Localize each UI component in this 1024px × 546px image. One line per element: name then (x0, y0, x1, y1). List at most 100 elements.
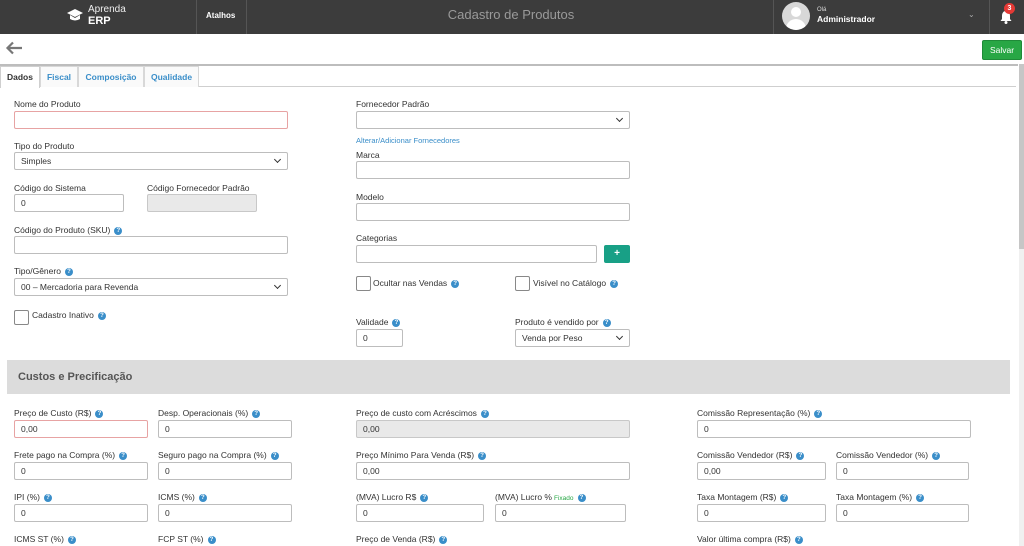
mva-rs-input[interactable]: 0 (356, 504, 484, 522)
tab-fiscal[interactable]: Fiscal (40, 66, 78, 87)
sku-input[interactable] (14, 236, 288, 254)
user-menu[interactable]: Olá Administrador ⌄ (782, 2, 986, 32)
help-icon[interactable]: ? (119, 452, 128, 460)
modelo-input[interactable] (356, 203, 630, 221)
greeting: Olá (817, 7, 827, 13)
sku-label: Código do Produto (SKU)? (14, 225, 123, 235)
scrollbar[interactable] (1019, 64, 1024, 546)
taxa-montagem-rs-input[interactable]: 0 (697, 504, 826, 522)
ocultar-vendas-checkbox[interactable] (356, 276, 371, 291)
visivel-catalogo-label: Visível no Catálogo? (533, 278, 619, 288)
codigo-sistema-label: Código do Sistema (14, 183, 86, 193)
help-icon[interactable]: ? (207, 536, 216, 544)
desp-operacionais-input[interactable]: 0 (158, 420, 292, 438)
vendido-por-select[interactable]: Venda por Peso (515, 329, 630, 347)
mva-pct-input[interactable]: 0 (495, 504, 626, 522)
help-icon[interactable]: ? (794, 536, 803, 544)
section-header: Custos e Precificação (7, 360, 1010, 394)
codigo-fornecedor-input (147, 194, 257, 212)
help-icon[interactable]: ? (916, 494, 925, 502)
help-icon[interactable]: ? (95, 410, 104, 418)
comissao-vendedor-rs-input[interactable]: 0,00 (697, 462, 826, 480)
help-icon[interactable]: ? (439, 536, 448, 544)
ipi-input[interactable]: 0 (14, 504, 148, 522)
preco-minimo-label: Preço Mínimo Para Venda (R$)? (356, 450, 487, 460)
ultima-compra-label: Valor última compra (R$)? (697, 534, 803, 544)
alterar-fornecedores-link[interactable]: Alterar/Adicionar Fornecedores (356, 136, 460, 145)
mva-pct-label: (MVA) Lucro % Fixado? (495, 492, 586, 502)
help-icon[interactable]: ? (67, 536, 76, 544)
preco-minimo-input[interactable]: 0,00 (356, 462, 630, 480)
help-icon[interactable]: ? (602, 319, 611, 327)
help-icon[interactable]: ? (392, 319, 401, 327)
comissao-vendedor-rs-label: Comissão Vendedor (R$)? (697, 450, 805, 460)
divider (989, 0, 990, 34)
divider (773, 0, 774, 34)
tipo-label: Tipo do Produto (14, 141, 75, 151)
cadastro-inativo-checkbox[interactable] (14, 310, 29, 325)
chevron-down-icon: ⌄ (968, 10, 975, 19)
app-logo[interactable]: Aprenda ERP (66, 4, 196, 30)
help-icon[interactable]: ? (478, 452, 487, 460)
taxa-montagem-pct-input[interactable]: 0 (836, 504, 969, 522)
help-icon[interactable]: ? (610, 280, 619, 288)
save-button[interactable]: Salvar (982, 40, 1022, 60)
categorias-label: Categorias (356, 233, 398, 243)
help-icon[interactable]: ? (198, 494, 207, 502)
help-icon[interactable]: ? (480, 410, 489, 418)
preco-custo-input[interactable]: 0,00 (14, 420, 148, 438)
help-icon[interactable]: ? (97, 312, 106, 320)
help-icon[interactable]: ? (252, 410, 261, 418)
help-icon[interactable]: ? (814, 410, 823, 418)
codigo-sistema-input[interactable]: 0 (14, 194, 124, 212)
mva-rs-label: (MVA) Lucro R$? (356, 492, 429, 502)
taxa-montagem-pct-label: Taxa Montagem (%)? (836, 492, 925, 502)
help-icon[interactable]: ? (796, 452, 805, 460)
add-categoria-button[interactable]: + (604, 245, 630, 263)
tipo-genero-label: Tipo/Gênero? (14, 266, 73, 276)
tipo-select[interactable]: Simples (14, 152, 288, 170)
nome-input[interactable] (14, 111, 288, 129)
help-icon[interactable]: ? (420, 494, 429, 502)
ocultar-vendas-label: Ocultar nas Vendas? (373, 278, 460, 288)
comissao-vendedor-pct-label: Comissão Vendedor (%)? (836, 450, 941, 460)
marca-input[interactable] (356, 161, 630, 179)
help-icon[interactable]: ? (114, 227, 123, 235)
help-icon[interactable]: ? (451, 280, 460, 288)
tab-bar: Dados Fiscal Composição Qualidade (0, 66, 1016, 88)
logo-text-line1: Aprenda (88, 4, 126, 15)
help-icon[interactable]: ? (64, 268, 73, 276)
tab-qualidade[interactable]: Qualidade (144, 66, 199, 87)
seguro-label: Seguro pago na Compra (%)? (158, 450, 279, 460)
help-icon[interactable]: ? (43, 494, 52, 502)
visivel-catalogo-checkbox[interactable] (515, 276, 530, 291)
frete-input[interactable]: 0 (14, 462, 148, 480)
back-arrow-icon[interactable] (5, 41, 23, 55)
desp-operacionais-label: Desp. Operacionais (%)? (158, 408, 261, 418)
fornecedor-label: Fornecedor Padrão (356, 99, 430, 109)
icms-st-label: ICMS ST (%)? (14, 534, 76, 544)
comissao-representacao-label: Comissão Representação (%)? (697, 408, 823, 418)
help-icon[interactable]: ? (932, 452, 941, 460)
help-icon[interactable]: ? (270, 452, 279, 460)
tipo-genero-select[interactable]: 00 – Mercadoria para Revenda (14, 278, 288, 296)
tab-composicao[interactable]: Composição (78, 66, 144, 87)
scrollbar-thumb[interactable] (1019, 64, 1024, 249)
preco-venda-label: Preço de Venda (R$)? (356, 534, 448, 544)
notification-badge: 3 (1004, 3, 1015, 14)
tab-dados[interactable]: Dados (0, 66, 40, 88)
modelo-label: Modelo (356, 192, 384, 202)
fornecedor-select[interactable] (356, 111, 630, 129)
validade-input[interactable]: 0 (356, 329, 403, 347)
shortcuts-menu[interactable]: Atalhos (206, 11, 235, 20)
categorias-input[interactable] (356, 245, 597, 263)
help-icon[interactable]: ? (577, 494, 586, 502)
help-icon[interactable]: ? (780, 494, 789, 502)
comissao-representacao-input[interactable]: 0 (697, 420, 971, 438)
icms-input[interactable]: 0 (158, 504, 292, 522)
codigo-fornecedor-label: Código Fornecedor Padrão (147, 183, 250, 193)
seguro-input[interactable]: 0 (158, 462, 292, 480)
fcp-st-label: FCP ST (%)? (158, 534, 216, 544)
top-navbar: Aprenda ERP Atalhos Cadastro de Produtos… (0, 0, 1024, 34)
comissao-vendedor-pct-input[interactable]: 0 (836, 462, 969, 480)
